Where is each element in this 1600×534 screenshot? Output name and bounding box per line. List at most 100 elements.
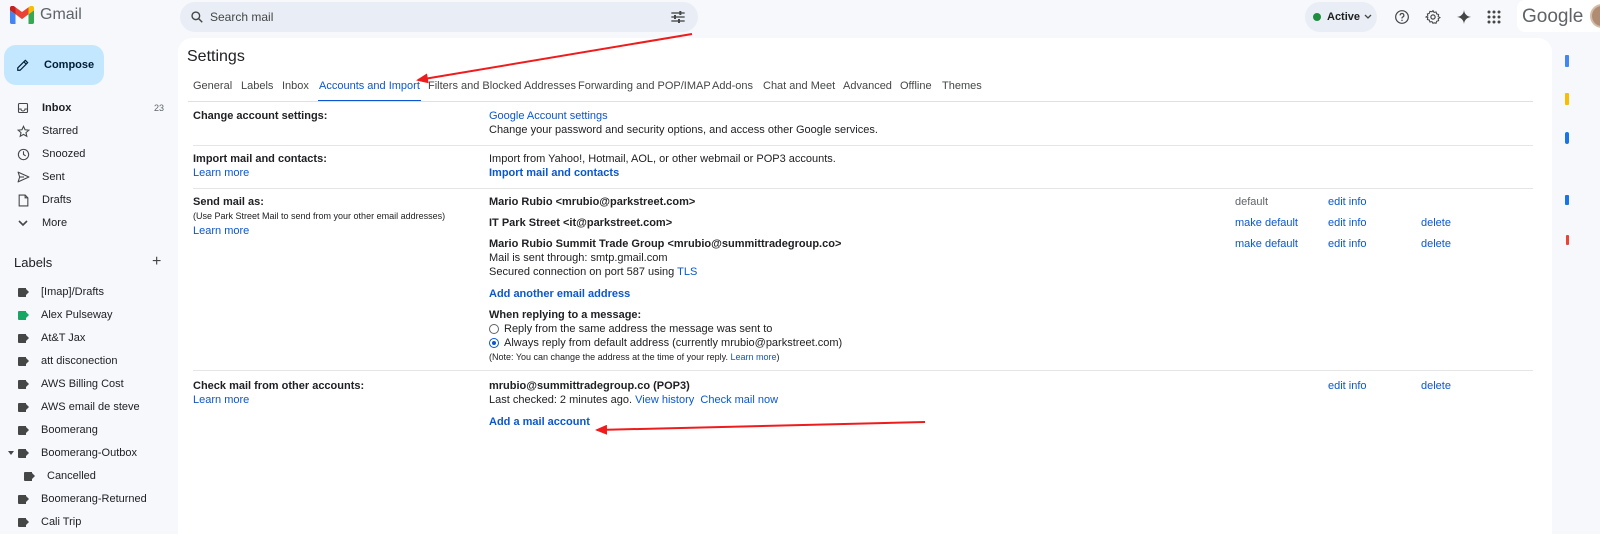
reply-note-text: (Note: You can change the address at the… xyxy=(489,352,728,362)
sidebar-item-starred[interactable]: Starred xyxy=(0,120,170,142)
reply-same-address-label[interactable]: Reply from the same address the message … xyxy=(504,323,772,335)
tab-forwarding-and-pop-imap[interactable]: Forwarding and POP/IMAP xyxy=(578,80,711,92)
sidebar-item-snoozed[interactable]: Snoozed xyxy=(0,143,170,165)
sidebar-item-inbox[interactable]: Inbox 23 xyxy=(0,97,170,119)
make-default-link[interactable]: make default xyxy=(1235,217,1298,229)
keep-app-icon[interactable] xyxy=(1565,93,1569,105)
tab-chat-and-meet[interactable]: Chat and Meet xyxy=(763,80,835,92)
sidebar-label-item[interactable]: Boomerang-Returned xyxy=(0,488,170,510)
tasks-app-icon[interactable] xyxy=(1565,132,1569,144)
gmail-logo[interactable]: Gmail xyxy=(10,6,82,24)
clock-icon xyxy=(16,147,30,161)
change-account-label: Change account settings: xyxy=(193,110,328,122)
gemini-sparkle-icon[interactable] xyxy=(1455,8,1473,26)
reply-same-address-radio[interactable] xyxy=(489,324,499,334)
label-tag-icon xyxy=(18,448,29,458)
sidebar-label-text: Alex Pulseway xyxy=(41,309,113,321)
delete-link[interactable]: delete xyxy=(1421,380,1451,392)
sidebar-label-item[interactable]: att disconection xyxy=(0,350,170,372)
reply-note-learn-more-link[interactable]: Learn more xyxy=(731,352,777,362)
add-mail-account-link[interactable]: Add a mail account xyxy=(489,416,590,428)
sidebar-label-text: Boomerang-Outbox xyxy=(41,447,137,459)
calendar-app-icon[interactable] xyxy=(1565,55,1569,67)
help-icon[interactable] xyxy=(1393,8,1411,26)
tab-advanced[interactable]: Advanced xyxy=(843,80,892,92)
gmail-wordmark: Gmail xyxy=(40,6,82,23)
check-mail-learn-more-link[interactable]: Learn more xyxy=(193,394,249,406)
view-history-link[interactable]: View history xyxy=(635,394,694,406)
import-label: Import mail and contacts: xyxy=(193,153,327,165)
send-as-address: IT Park Street <it@parkstreet.com> xyxy=(489,217,673,229)
reply-setting-title: When replying to a message: xyxy=(489,309,642,321)
send-as-label: Send mail as: xyxy=(193,196,264,208)
expand-caret-icon[interactable] xyxy=(8,451,14,455)
tls-link[interactable]: TLS xyxy=(677,266,697,278)
search-bar[interactable] xyxy=(180,2,698,32)
make-default-link[interactable]: make default xyxy=(1235,238,1298,250)
compose-button[interactable]: Compose xyxy=(4,45,104,85)
edit-info-link[interactable]: edit info xyxy=(1328,380,1367,392)
google-account-switcher[interactable]: Google xyxy=(1517,0,1600,32)
sidebar-label-text: At&T Jax xyxy=(41,332,86,344)
status-selector[interactable]: Active xyxy=(1305,2,1377,32)
gear-icon[interactable] xyxy=(1424,8,1442,26)
search-icon[interactable] xyxy=(190,10,204,24)
send-as-address: Mario Rubio Summit Trade Group <mrubio@s… xyxy=(489,238,842,250)
google-account-settings-link[interactable]: Google Account settings xyxy=(489,110,608,122)
edit-info-link[interactable]: edit info xyxy=(1328,217,1367,229)
reply-default-address-radio[interactable] xyxy=(489,338,499,348)
import-learn-more-link[interactable]: Learn more xyxy=(193,167,249,179)
tab-accounts-and-import[interactable]: Accounts and Import xyxy=(319,80,420,92)
edit-info-link[interactable]: edit info xyxy=(1328,238,1367,250)
import-mail-contacts-link[interactable]: Import mail and contacts xyxy=(489,167,619,179)
tab-labels[interactable]: Labels xyxy=(241,80,273,92)
label-tag-icon xyxy=(18,356,29,366)
addon-app-icon[interactable] xyxy=(1566,235,1569,245)
tab-themes[interactable]: Themes xyxy=(942,80,982,92)
label-tag-icon xyxy=(18,425,29,435)
sidebar-label-text: Cali Trip xyxy=(41,516,82,528)
sidebar-label-item[interactable]: At&T Jax xyxy=(0,327,170,349)
sidebar-item-label: More xyxy=(42,217,68,229)
sidebar-label-item[interactable]: Boomerang-Outbox xyxy=(0,442,170,464)
send-as-note: (Use Park Street Mail to send from your … xyxy=(193,211,446,221)
secured-connection-info: Secured connection on port 587 using TLS xyxy=(489,266,697,278)
label-tag-icon xyxy=(18,310,29,320)
sidebar-label-item[interactable]: Cali Trip xyxy=(0,511,170,533)
sidebar-label-item[interactable]: AWS Billing Cost xyxy=(0,373,170,395)
add-another-email-link[interactable]: Add another email address xyxy=(489,288,630,300)
tab-inbox[interactable]: Inbox xyxy=(282,80,309,92)
pop3-account: mrubio@summittradegroup.co (POP3) xyxy=(489,380,690,392)
apps-grid-icon[interactable] xyxy=(1485,8,1503,26)
star-icon xyxy=(16,124,30,138)
sidebar-label-text: Boomerang xyxy=(41,424,98,436)
check-mail-now-link[interactable]: Check mail now xyxy=(700,394,778,406)
sidebar-label-item[interactable]: AWS email de steve xyxy=(0,396,170,418)
inbox-icon xyxy=(16,101,30,115)
sidebar-label-text: AWS email de steve xyxy=(41,401,140,413)
tab-offline[interactable]: Offline xyxy=(900,80,932,92)
gmail-m-icon xyxy=(10,6,34,24)
delete-link[interactable]: delete xyxy=(1421,238,1451,250)
delete-link[interactable]: delete xyxy=(1421,217,1451,229)
tab-general[interactable]: General xyxy=(193,80,232,92)
sidebar-item-drafts[interactable]: Drafts xyxy=(0,189,170,211)
search-options-icon[interactable] xyxy=(670,10,686,24)
sidebar-item-sent[interactable]: Sent xyxy=(0,166,170,188)
search-input[interactable] xyxy=(210,8,630,26)
edit-info-link[interactable]: edit info xyxy=(1328,196,1367,208)
contacts-app-icon[interactable] xyxy=(1565,195,1569,205)
reply-note: (Note: You can change the address at the… xyxy=(489,352,780,362)
inbox-count: 23 xyxy=(153,103,164,113)
reply-default-address-label[interactable]: Always reply from default address (curre… xyxy=(504,337,842,349)
sidebar-label-item[interactable]: Alex Pulseway xyxy=(0,304,170,326)
sidebar-item-more[interactable]: More xyxy=(0,212,170,234)
check-mail-label: Check mail from other accounts: xyxy=(193,380,365,392)
sidebar-label-item[interactable]: Cancelled xyxy=(0,465,170,487)
add-label-icon[interactable]: + xyxy=(152,253,161,271)
tab-add-ons[interactable]: Add-ons xyxy=(712,80,753,92)
sidebar-label-item[interactable]: [Imap]/Drafts xyxy=(0,281,170,303)
tab-filters-and-blocked-addresses[interactable]: Filters and Blocked Addresses xyxy=(428,80,576,92)
send-as-learn-more-link[interactable]: Learn more xyxy=(193,225,249,237)
sidebar-label-item[interactable]: Boomerang xyxy=(0,419,170,441)
